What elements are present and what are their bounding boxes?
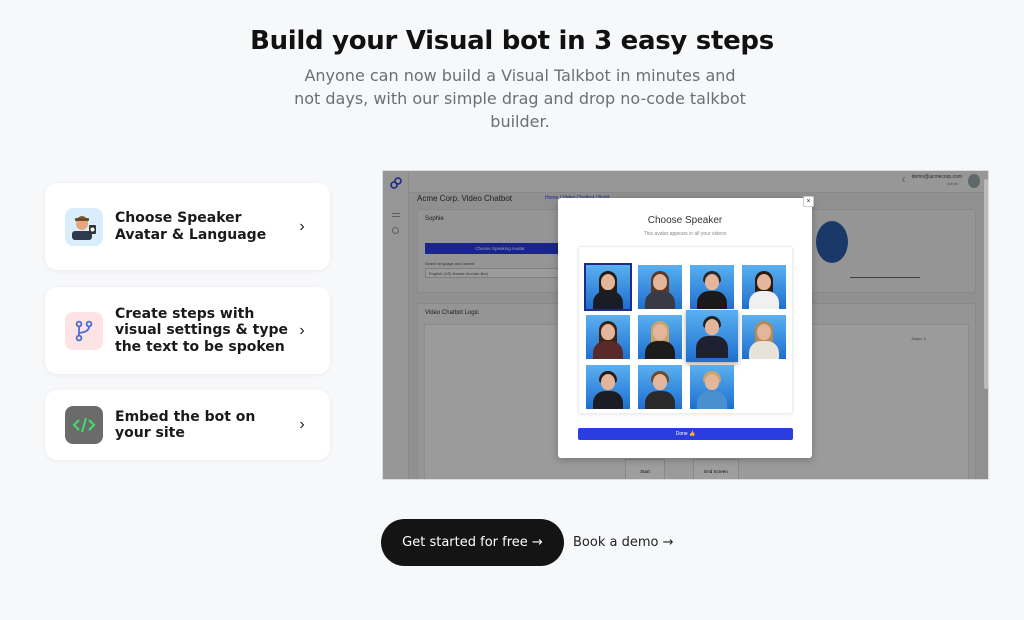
done-button[interactable]: Done 👍 bbox=[578, 428, 793, 440]
avatar-option[interactable] bbox=[638, 265, 682, 309]
avatar-option[interactable] bbox=[742, 315, 786, 359]
choose-speaker-modal: Choose Speaker This avatar appears in al… bbox=[558, 196, 814, 458]
step-card-choose-avatar[interactable]: Choose Speaker Avatar & Language › bbox=[45, 183, 330, 270]
step-label: Create steps with visual settings & type… bbox=[115, 305, 288, 355]
avatar-option[interactable] bbox=[638, 365, 682, 409]
avatar-option[interactable] bbox=[638, 315, 682, 359]
speaker-avatar-icon bbox=[65, 207, 103, 246]
avatar-option[interactable] bbox=[742, 265, 786, 309]
step-label: Embed the bot on your site bbox=[115, 408, 256, 442]
chevron-right-icon[interactable]: › bbox=[294, 322, 310, 340]
code-icon bbox=[65, 406, 103, 444]
avatar-option[interactable] bbox=[586, 365, 630, 409]
page-subtitle: Anyone can now build a Visual Talkbot in… bbox=[294, 66, 746, 131]
step-card-create-steps[interactable]: Create steps with visual settings & type… bbox=[45, 287, 330, 374]
avatar-option[interactable] bbox=[586, 315, 630, 359]
chevron-right-icon[interactable]: › bbox=[294, 218, 310, 236]
step-label: Choose Speaker Avatar & Language bbox=[115, 210, 267, 243]
modal-title: Choose Speaker bbox=[647, 215, 723, 226]
step-card-embed[interactable]: Embed the bot on your site › bbox=[45, 390, 330, 460]
branch-icon bbox=[65, 311, 103, 350]
modal-subtitle: This avatar appears in all your videos bbox=[643, 231, 727, 237]
book-demo-link[interactable]: Book a demo → bbox=[573, 535, 673, 550]
avatar-grid bbox=[578, 246, 793, 414]
avatar-option[interactable] bbox=[690, 265, 734, 309]
avatar-option[interactable] bbox=[584, 263, 632, 311]
avatar-option[interactable] bbox=[686, 310, 738, 362]
avatar-option[interactable] bbox=[690, 365, 734, 409]
scrollbar[interactable] bbox=[984, 179, 988, 389]
chevron-right-icon[interactable]: › bbox=[294, 416, 310, 434]
get-started-button[interactable]: Get started for free → bbox=[381, 519, 564, 566]
close-icon[interactable]: × bbox=[803, 196, 814, 207]
page-title: Build your Visual bot in 3 easy steps bbox=[250, 26, 774, 56]
